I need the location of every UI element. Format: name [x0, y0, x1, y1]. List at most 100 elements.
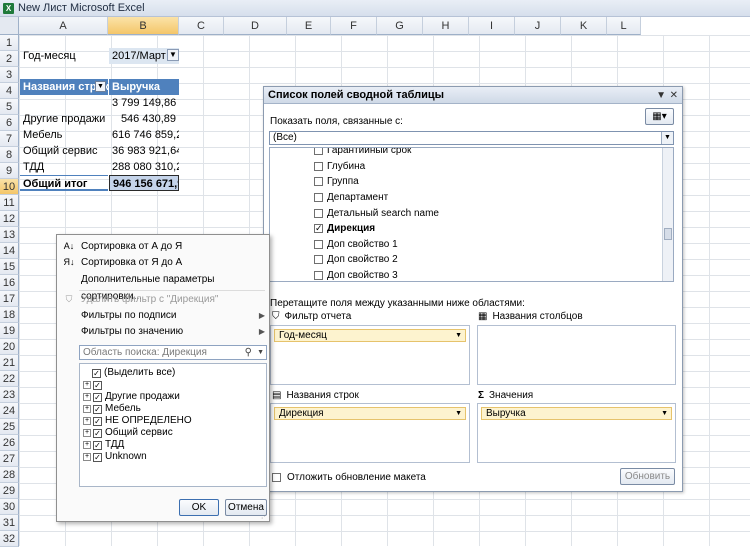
checkbox[interactable]: [314, 209, 323, 218]
filter-label-cell[interactable]: Год-месяц: [20, 48, 108, 64]
checkbox-checked[interactable]: ✓: [93, 452, 102, 462]
row-header[interactable]: 26: [0, 435, 19, 451]
row-header[interactable]: 6: [0, 115, 19, 131]
layout-options-button[interactable]: ▦▾: [645, 108, 674, 125]
column-labels-zone[interactable]: [477, 325, 676, 385]
field-item[interactable]: Группа: [314, 174, 359, 189]
checkbox-checked[interactable]: ✓: [93, 428, 102, 438]
expand-icon[interactable]: +: [83, 405, 91, 413]
row-label-cell[interactable]: Общий сервис: [20, 143, 108, 159]
values-item[interactable]: Выручка ▼: [481, 407, 672, 420]
row-labels-dropdown-icon[interactable]: ▼: [95, 81, 106, 92]
chevron-down-icon[interactable]: ▼: [455, 408, 462, 419]
row-label-cell[interactable]: Другие продажи: [20, 111, 108, 127]
list-item[interactable]: + ✓ Unknown: [83, 451, 147, 463]
checkbox-checked[interactable]: ✓: [93, 416, 102, 426]
value-cell[interactable]: 3 799 149,86: [109, 95, 179, 111]
row-header[interactable]: 1: [0, 35, 19, 51]
row-labels-zone[interactable]: Дирекция ▼: [270, 403, 470, 463]
label-filters-item[interactable]: Фильтры по подписи ▶: [57, 307, 271, 324]
checkbox[interactable]: [314, 271, 323, 280]
search-icon[interactable]: ⚲: [245, 346, 252, 359]
field-item[interactable]: Детальный search name: [314, 206, 439, 221]
row-header[interactable]: 28: [0, 467, 19, 483]
row-header[interactable]: 17: [0, 291, 19, 307]
column-header[interactable]: A: [19, 17, 108, 35]
row-header[interactable]: 11: [0, 195, 19, 211]
sort-descending-item[interactable]: Я↓ Сортировка от Я до А: [57, 254, 271, 271]
clear-filter-item[interactable]: ⛉ Удалить фильтр с "Дирекция": [57, 291, 271, 308]
column-header[interactable]: J: [515, 17, 561, 35]
chevron-down-icon[interactable]: ▼: [661, 132, 673, 144]
row-header[interactable]: 24: [0, 403, 19, 419]
list-item[interactable]: + ✓ НЕ ОПРЕДЕЛЕНО: [83, 415, 192, 427]
checkbox[interactable]: [314, 148, 323, 155]
value-cell[interactable]: 288 080 310,29: [109, 159, 179, 175]
chevron-down-icon[interactable]: ▼: [257, 346, 264, 359]
chevron-down-icon[interactable]: ▼: [455, 330, 462, 341]
checkbox-checked[interactable]: ✓: [92, 368, 101, 378]
show-fields-select[interactable]: (Все) ▼: [269, 131, 674, 145]
checkbox-checked[interactable]: ✓: [314, 224, 323, 233]
row-header[interactable]: 19: [0, 323, 19, 339]
row-header[interactable]: 21: [0, 355, 19, 371]
row-header[interactable]: 8: [0, 147, 19, 163]
row-label-cell[interactable]: [20, 95, 108, 111]
row-header[interactable]: 15: [0, 259, 19, 275]
list-item-select-all[interactable]: ✓ (Выделить все): [92, 367, 175, 379]
checkbox[interactable]: [314, 162, 323, 171]
list-item[interactable]: + ✓ Мебель: [83, 403, 141, 415]
value-cell[interactable]: 546 430,89: [109, 111, 179, 127]
row-header[interactable]: 12: [0, 211, 19, 227]
field-item[interactable]: Гарантийный срок: [314, 148, 411, 158]
expand-icon[interactable]: +: [83, 429, 91, 437]
column-header[interactable]: G: [377, 17, 423, 35]
field-item[interactable]: Доп свойство 1: [314, 237, 398, 252]
row-labels-item[interactable]: Дирекция ▼: [274, 407, 466, 420]
panel-menu-icon[interactable]: ▼: [656, 87, 666, 104]
grand-total-value[interactable]: 946 156 671,90: [109, 175, 179, 191]
expand-icon[interactable]: +: [83, 381, 91, 389]
row-header[interactable]: 2: [0, 51, 19, 67]
sort-ascending-item[interactable]: A↓ Сортировка от А до Я: [57, 238, 271, 255]
checkbox-checked[interactable]: ✓: [93, 404, 102, 414]
values-zone[interactable]: Выручка ▼: [477, 403, 676, 463]
search-input[interactable]: Область поиска: Дирекция ⚲ ▼: [79, 345, 267, 360]
checkbox[interactable]: [314, 193, 323, 202]
list-item[interactable]: + ✓ Другие продажи: [83, 391, 180, 403]
panel-titlebar[interactable]: Список полей сводной таблицы ▼ ✕: [264, 87, 682, 104]
row-header[interactable]: 25: [0, 419, 19, 435]
column-header[interactable]: H: [423, 17, 469, 35]
ok-button[interactable]: OK: [179, 499, 219, 516]
row-header[interactable]: 23: [0, 387, 19, 403]
column-header[interactable]: F: [331, 17, 377, 35]
expand-icon[interactable]: +: [83, 393, 91, 401]
row-header[interactable]: 32: [0, 531, 19, 547]
checkbox[interactable]: [314, 240, 323, 249]
expand-icon[interactable]: +: [83, 441, 91, 449]
scrollbar-thumb[interactable]: [664, 228, 672, 240]
list-item[interactable]: + ✓ Общий сервис: [83, 427, 173, 439]
value-filters-item[interactable]: Фильтры по значению ▶: [57, 323, 271, 340]
row-label-cell[interactable]: Мебель: [20, 127, 108, 143]
row-header[interactable]: 27: [0, 451, 19, 467]
field-item[interactable]: Департамент: [314, 190, 388, 205]
column-header[interactable]: B: [108, 17, 179, 35]
row-label-cell[interactable]: ТДД: [20, 159, 108, 175]
row-header[interactable]: 30: [0, 499, 19, 515]
field-list-box[interactable]: Гарантийный срок Глубина Группа Департам…: [269, 147, 674, 282]
filter-values-list[interactable]: ✓ (Выделить все) + ✓ + ✓ Другие продажи …: [79, 363, 267, 487]
column-header[interactable]: E: [287, 17, 331, 35]
row-header[interactable]: 16: [0, 275, 19, 291]
row-header[interactable]: 13: [0, 227, 19, 243]
checkbox-checked[interactable]: ✓: [93, 380, 102, 390]
more-sort-options-item[interactable]: Дополнительные параметры сортировки...: [57, 271, 271, 302]
column-header[interactable]: L: [607, 17, 641, 35]
row-header[interactable]: 10: [0, 179, 19, 195]
field-item[interactable]: Доп свойство 3: [314, 268, 398, 281]
row-header[interactable]: 31: [0, 515, 19, 531]
checkbox[interactable]: [314, 177, 323, 186]
value-cell[interactable]: 36 983 921,64: [109, 143, 179, 159]
grand-total-label[interactable]: Общий итог: [20, 175, 108, 191]
values-header[interactable]: Выручка: [109, 79, 179, 95]
